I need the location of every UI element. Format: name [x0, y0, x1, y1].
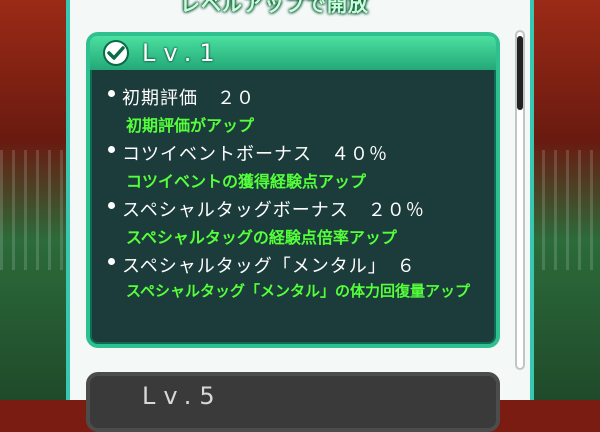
- bonus-description: スペシャルタッグの経験点倍率アップ: [126, 228, 397, 247]
- bonus-name: スペシャルタッグボーナス ２０％: [122, 200, 425, 221]
- bonus-name: コツイベントボーナス ４０％: [122, 144, 388, 165]
- scrollbar-thumb[interactable]: [517, 36, 523, 110]
- bonus-description: スペシャルタッグ「メンタル」の体力回復量アップ: [126, 282, 470, 300]
- bonus-name: スペシャルタッグ「メンタル」 ６: [122, 256, 416, 277]
- bonus-description: コツイベントの獲得経験点アップ: [126, 172, 367, 191]
- list-item: スペシャルタッグ「メンタル」 ６ スペシャルタッグ「メンタル」の体力回復量アップ: [104, 252, 486, 308]
- list-item: 初期評価 ２０ 初期評価がアップ: [104, 84, 486, 140]
- level-card-header: Lv.1: [90, 36, 496, 70]
- level-card-5: Lv.5: [86, 372, 500, 432]
- level-label: Lv.5: [142, 382, 223, 410]
- background-right: [530, 0, 600, 400]
- check-icon: [103, 40, 129, 66]
- bullet-icon: [108, 90, 115, 97]
- panel-title: レベルアップで開放: [180, 0, 369, 16]
- bullet-icon: [108, 146, 115, 153]
- bonus-name: 初期評価 ２０: [122, 88, 255, 109]
- bullet-icon: [108, 258, 115, 265]
- list-item: スペシャルタッグボーナス ２０％ スペシャルタッグの経験点倍率アップ: [104, 196, 486, 252]
- list-item: コツイベントボーナス ４０％ コツイベントの獲得経験点アップ: [104, 140, 486, 196]
- bullet-icon: [108, 202, 115, 209]
- bonus-list: 初期評価 ２０ 初期評価がアップ コツイベントボーナス ４０％ コツイベントの獲…: [104, 84, 486, 308]
- level-label: Lv.1: [142, 39, 223, 67]
- level-card-1: Lv.1 初期評価 ２０ 初期評価がアップ コツイベントボーナス ４０％ コツイ…: [86, 32, 500, 348]
- bonus-description: 初期評価がアップ: [126, 116, 255, 135]
- background-left: [0, 0, 70, 400]
